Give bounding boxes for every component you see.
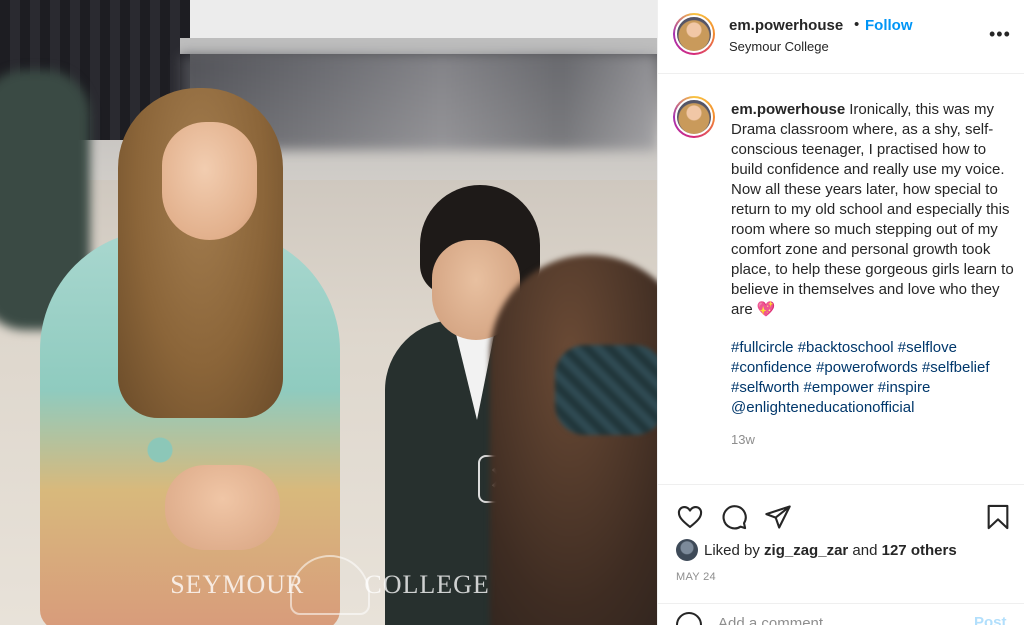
- author-avatar-image: [675, 15, 713, 53]
- caption-author-avatar[interactable]: [673, 96, 715, 138]
- like-heart-icon[interactable]: [676, 503, 704, 531]
- hashtag-link[interactable]: #confidence: [731, 359, 812, 376]
- post-side-panel: em.powerhouse • Follow Seymour College •…: [657, 0, 1024, 625]
- liker-avatar[interactable]: [676, 539, 698, 561]
- liked-by-summary: Liked by zig_zag_zar and 127 others: [676, 539, 957, 561]
- hashtag-link[interactable]: #inspire: [878, 379, 931, 396]
- add-comment-bar: Post: [658, 603, 1024, 625]
- school-watermark: SEYMOUR COLLEGE: [160, 555, 500, 615]
- comment-input[interactable]: [718, 612, 958, 625]
- hashtag-list: #fullcircle #backtoschool #selflove #con…: [731, 338, 1016, 418]
- caption-text-block: em.powerhouse Ironically, this was my Dra…: [731, 100, 1016, 320]
- action-bar: Liked by zig_zag_zar and 127 others MAY …: [658, 484, 1024, 609]
- watermark-seal-icon: [290, 555, 370, 615]
- caption-body: Ironically, this was my Drama classroom …: [731, 101, 1014, 318]
- foreground-student: [490, 255, 657, 625]
- emoji-picker-icon[interactable]: [676, 612, 702, 625]
- author-avatar[interactable]: [673, 13, 715, 55]
- share-paper-plane-icon[interactable]: [764, 503, 792, 531]
- background-ceiling: [190, 0, 657, 40]
- liked-by-and: and: [852, 541, 878, 559]
- hashtag-link[interactable]: #powerofwords: [816, 359, 918, 376]
- mention-link[interactable]: @enlighteneducationofficial: [731, 399, 914, 416]
- hashtag-link[interactable]: #selfworth: [731, 379, 799, 396]
- post-date[interactable]: MAY 24: [676, 571, 716, 583]
- post-header: em.powerhouse • Follow Seymour College •…: [658, 0, 1024, 74]
- caption-section: em.powerhouse Ironically, this was my Dra…: [658, 74, 1024, 469]
- hashtag-link[interactable]: #backtoschool: [798, 339, 894, 356]
- hashtag-link[interactable]: #selflove: [898, 339, 957, 356]
- save-bookmark-icon[interactable]: [984, 503, 1012, 531]
- likes-count-link[interactable]: 127 others: [882, 542, 957, 559]
- liker-username[interactable]: zig_zag_zar: [764, 542, 848, 559]
- watermark-right-text: COLLEGE: [364, 570, 490, 599]
- watermark-left-text: SEYMOUR: [170, 570, 305, 599]
- post-photo[interactable]: ✕ SEYMOUR COLLEGE: [0, 0, 657, 625]
- post-location[interactable]: Seymour College: [729, 39, 829, 54]
- hashtag-link[interactable]: #empower: [804, 379, 874, 396]
- more-options-icon[interactable]: •••: [989, 24, 1011, 44]
- author-username[interactable]: em.powerhouse: [729, 17, 843, 34]
- follow-button[interactable]: Follow: [865, 17, 913, 34]
- woman-hands: [165, 465, 280, 550]
- background-beam: [180, 38, 657, 54]
- caption-time-ago[interactable]: 13w: [731, 432, 755, 447]
- post-comment-button[interactable]: Post: [974, 614, 1007, 625]
- liked-by-prefix: Liked by: [704, 541, 760, 559]
- comment-bubble-icon[interactable]: [720, 503, 748, 531]
- hashtag-link[interactable]: #selfbelief: [922, 359, 990, 376]
- hashtag-link[interactable]: #fullcircle: [731, 339, 794, 356]
- caption-author-username[interactable]: em.powerhouse: [731, 101, 845, 118]
- caption-avatar-image: [675, 98, 713, 136]
- header-separator-dot: •: [854, 16, 860, 33]
- foreground-tartan-bow: [555, 345, 657, 435]
- woman-face: [162, 122, 257, 240]
